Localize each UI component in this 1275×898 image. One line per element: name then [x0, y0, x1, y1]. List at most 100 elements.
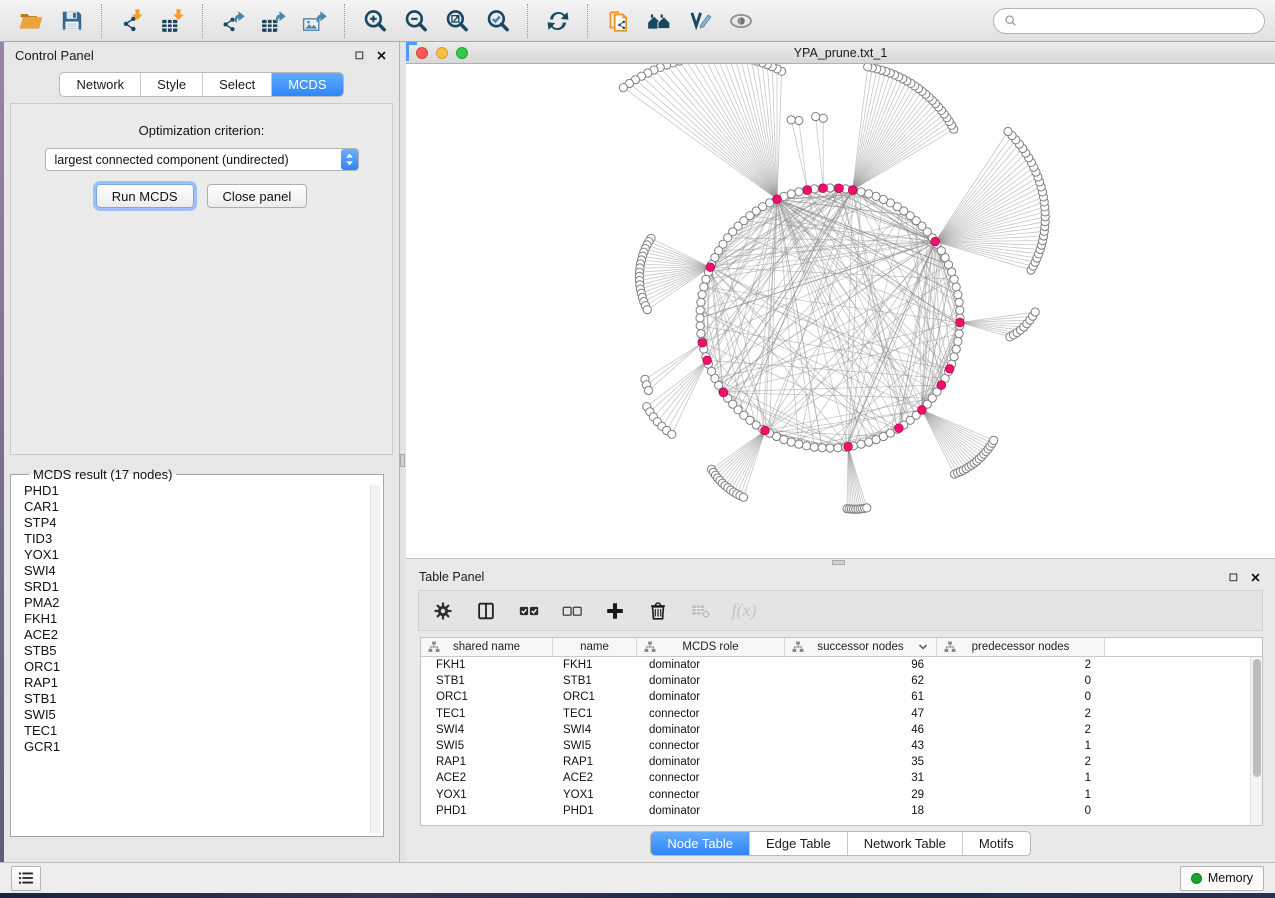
result-node-item[interactable]: ACE2	[24, 627, 383, 643]
tab-motifs[interactable]: Motifs	[962, 832, 1030, 855]
result-node-item[interactable]: STB5	[24, 643, 383, 659]
save-icon[interactable]	[51, 4, 92, 38]
close-window-icon[interactable]	[416, 47, 428, 59]
search-icon	[1003, 13, 1019, 29]
select-spinner-icon[interactable]	[341, 149, 358, 170]
deselect-all-icon[interactable]	[560, 599, 584, 623]
result-scrollbar[interactable]	[370, 485, 380, 833]
result-node-item[interactable]: FKH1	[24, 611, 383, 627]
mcds-result-box: MCDS result (17 nodes) PHD1CAR1STP4TID3Y…	[10, 467, 384, 837]
table-row[interactable]: PHD1PHD1dominator180	[421, 803, 1262, 819]
run-mcds-button[interactable]: Run MCDS	[96, 184, 194, 208]
tab-select[interactable]: Select	[202, 73, 271, 96]
splitter-grip[interactable]	[400, 454, 405, 467]
tab-node-table[interactable]: Node Table	[651, 832, 749, 855]
result-node-item[interactable]: STB1	[24, 691, 383, 707]
result-node-item[interactable]: PMA2	[24, 595, 383, 611]
table-row[interactable]: SWI5SWI5connector431	[421, 738, 1262, 754]
close-table-panel-icon[interactable]	[1249, 571, 1262, 584]
toolbar-separator	[587, 4, 588, 38]
result-node-item[interactable]: ORC1	[24, 659, 383, 675]
scrollbar-thumb[interactable]	[1253, 659, 1261, 777]
table-scrollbar[interactable]	[1250, 657, 1262, 825]
export-table-icon[interactable]	[253, 4, 294, 38]
float-panel-icon[interactable]	[353, 49, 366, 62]
minimize-window-icon[interactable]	[436, 47, 448, 59]
table-panel-title: Table Panel	[419, 570, 484, 584]
column-header-successor-nodes[interactable]: successor nodes	[785, 638, 937, 657]
open-icon[interactable]	[10, 4, 51, 38]
table-row[interactable]: ACE2ACE2connector311	[421, 770, 1262, 786]
memory-status-icon	[1191, 873, 1202, 884]
network-canvas[interactable]	[406, 64, 1275, 558]
delete-column-icon[interactable]	[646, 599, 670, 623]
close-panel-button[interactable]: Close panel	[207, 184, 308, 208]
column-header-name[interactable]: name	[553, 638, 637, 657]
tab-edge-table[interactable]: Edge Table	[749, 832, 847, 855]
select-all-icon[interactable]	[517, 599, 541, 623]
table-row[interactable]: SWI4SWI4dominator462	[421, 722, 1262, 738]
control-panel-tabs: NetworkStyleSelectMCDS	[59, 72, 343, 97]
search-input[interactable]	[1024, 13, 1255, 28]
tab-network-table[interactable]: Network Table	[847, 832, 962, 855]
column-layout-icon[interactable]	[474, 599, 498, 623]
table-row[interactable]: STB1STB1dominator620	[421, 673, 1262, 689]
delete-table-icon	[689, 599, 713, 623]
table-row[interactable]: TEC1TEC1connector472	[421, 706, 1262, 722]
toolbar-separator	[101, 4, 102, 38]
close-panel-icon[interactable]	[375, 49, 388, 62]
result-node-item[interactable]: SWI5	[24, 707, 383, 723]
result-node-item[interactable]: CAR1	[24, 499, 383, 515]
function-builder-icon: f(x)	[732, 599, 756, 623]
table-row[interactable]: ORC1ORC1dominator610	[421, 689, 1262, 705]
home-icon[interactable]	[638, 4, 679, 38]
task-history-button[interactable]	[11, 866, 41, 891]
result-node-item[interactable]: RAP1	[24, 675, 383, 691]
export-image-icon[interactable]	[294, 4, 335, 38]
result-node-item[interactable]: YOX1	[24, 547, 383, 563]
criterion-select[interactable]: largest connected component (undirected)	[45, 148, 359, 171]
column-header-MCDS-role[interactable]: MCDS role	[637, 638, 785, 657]
style-edit-icon[interactable]	[679, 4, 720, 38]
horizontal-splitter[interactable]	[406, 558, 1275, 566]
float-table-panel-icon[interactable]	[1227, 571, 1240, 584]
splitter-grip-h[interactable]	[832, 560, 845, 565]
table-settings-icon[interactable]	[431, 599, 455, 623]
column-header-shared-name[interactable]: shared name	[421, 638, 553, 657]
memory-button[interactable]: Memory	[1180, 866, 1264, 891]
tab-style[interactable]: Style	[140, 73, 202, 96]
zoom-fit-icon[interactable]	[436, 4, 477, 38]
tab-mcds[interactable]: MCDS	[271, 73, 342, 96]
result-node-item[interactable]: PHD1	[24, 483, 383, 499]
result-node-item[interactable]: TID3	[24, 531, 383, 547]
table-row[interactable]: YOX1YOX1connector291	[421, 787, 1262, 803]
network-file-icon[interactable]	[597, 4, 638, 38]
attribute-type-icon	[428, 641, 440, 653]
column-header-predecessor-nodes[interactable]: predecessor nodes	[937, 638, 1105, 657]
result-node-item[interactable]: SWI4	[24, 563, 383, 579]
maximize-window-icon[interactable]	[456, 47, 468, 59]
export-network-icon[interactable]	[212, 4, 253, 38]
table-row[interactable]: RAP1RAP1dominator352	[421, 754, 1262, 770]
import-table-icon[interactable]	[152, 4, 193, 38]
import-network-icon[interactable]	[111, 4, 152, 38]
mcds-result-list[interactable]: PHD1CAR1STP4TID3YOX1SWI4SRD1PMA2FKH1ACE2…	[24, 483, 383, 755]
zoom-in-icon[interactable]	[354, 4, 395, 38]
toolbar-icons	[10, 4, 761, 38]
search-box[interactable]	[993, 8, 1265, 34]
result-node-item[interactable]: STP4	[24, 515, 383, 531]
table-row[interactable]: FKH1FKH1dominator962	[421, 657, 1262, 673]
criterion-label: Optimization criterion:	[11, 123, 392, 138]
refresh-icon[interactable]	[537, 4, 578, 38]
result-node-item[interactable]: GCR1	[24, 739, 383, 755]
zoom-out-icon[interactable]	[395, 4, 436, 38]
result-node-item[interactable]: TEC1	[24, 723, 383, 739]
zoom-selected-icon[interactable]	[477, 4, 518, 38]
result-node-item[interactable]: SRD1	[24, 579, 383, 595]
network-window-titlebar[interactable]: YPA_prune.txt_1	[406, 42, 1275, 64]
network-graph	[406, 64, 1275, 558]
add-column-icon[interactable]	[603, 599, 627, 623]
hide-unhide-icon[interactable]	[720, 4, 761, 38]
status-bar: Memory	[0, 862, 1275, 893]
tab-network[interactable]: Network	[60, 73, 140, 96]
